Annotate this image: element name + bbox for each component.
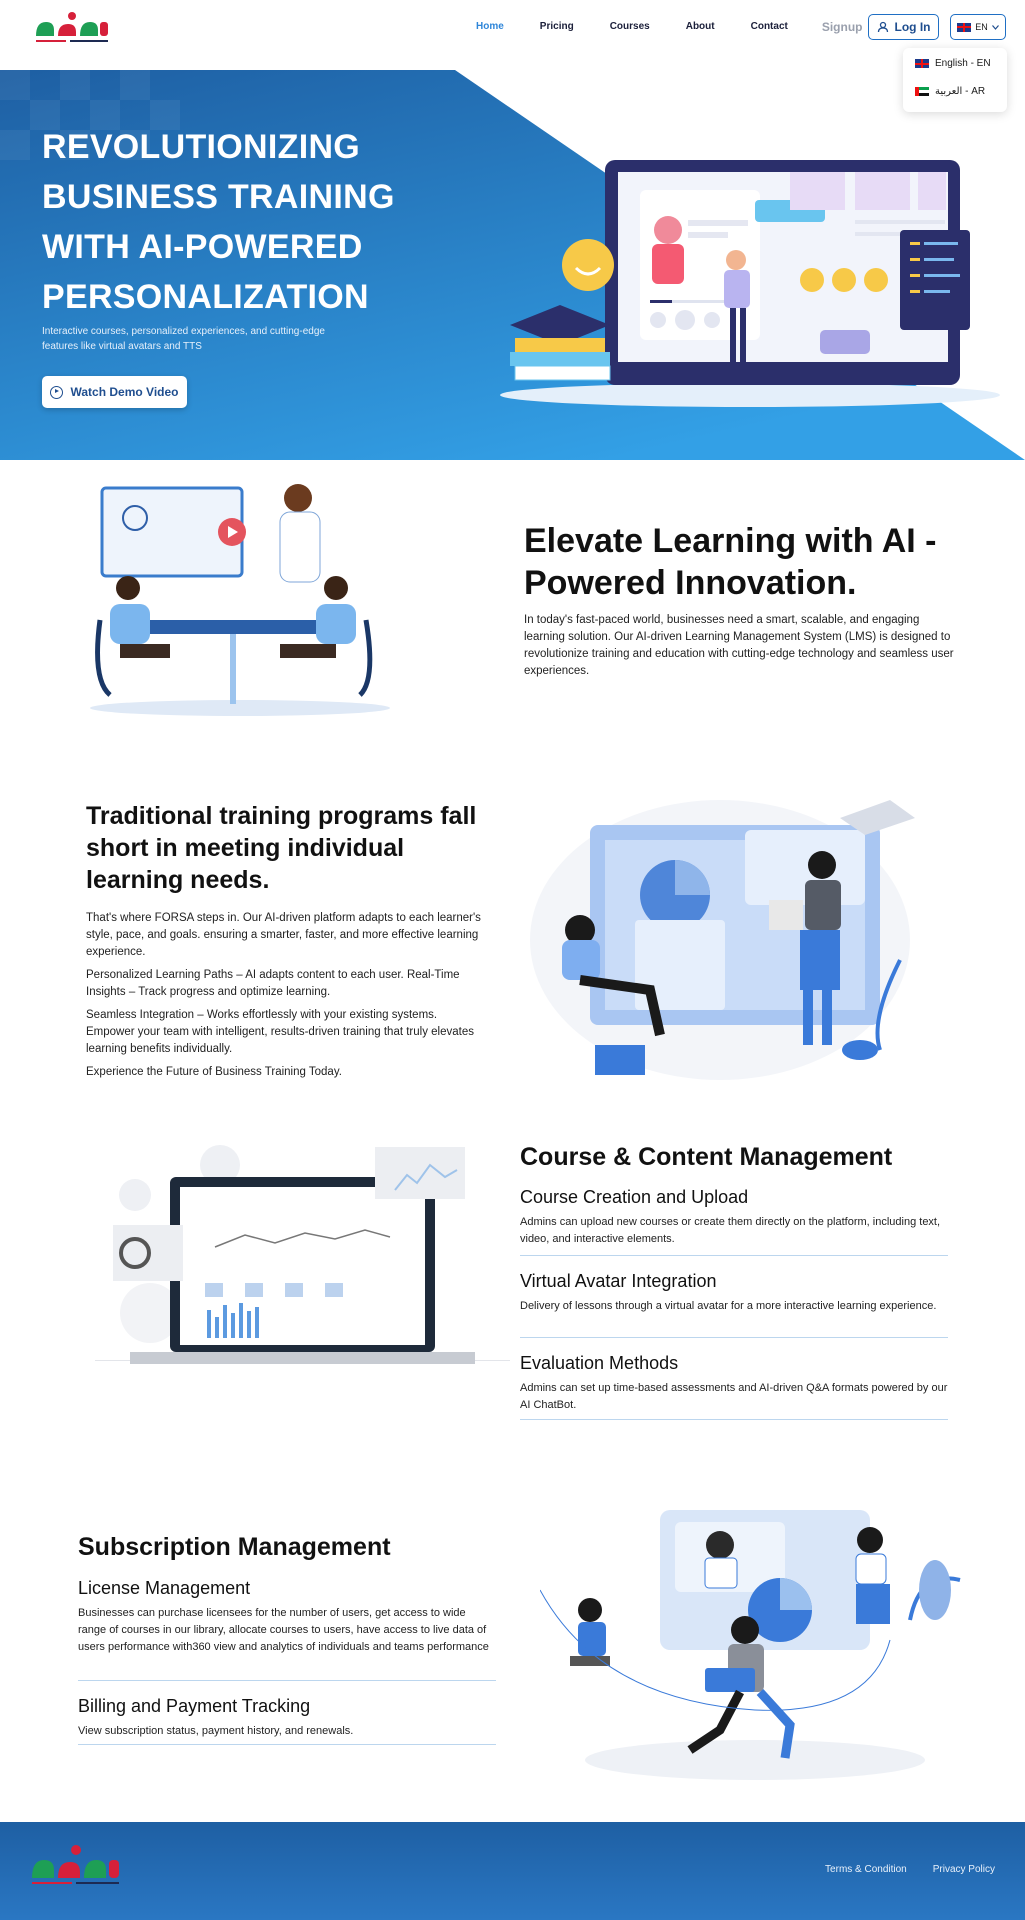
language-dropdown: English - EN العربية - AR — [903, 48, 1007, 112]
uk-flag-icon — [915, 59, 929, 68]
footer-links: Terms & Condition Privacy Policy — [825, 1864, 995, 1875]
terms-link[interactable]: Terms & Condition — [825, 1864, 907, 1875]
traditional-paragraph: Experience the Future of Business Traini… — [86, 1066, 342, 1078]
privacy-link[interactable]: Privacy Policy — [933, 1864, 995, 1875]
feature-description: Businesses can purchase licensees for th… — [78, 1607, 489, 1653]
watch-demo-button[interactable]: Watch Demo Video — [42, 376, 187, 408]
study-illustration — [530, 800, 915, 1080]
nav-about[interactable]: About — [686, 18, 715, 36]
hero-laptop-illustration — [500, 160, 1000, 407]
uae-flag-icon — [915, 87, 929, 96]
login-button[interactable]: Log In — [868, 14, 939, 40]
feature-title: Evaluation Methods — [520, 1353, 679, 1373]
login-label: Log In — [894, 20, 931, 34]
subscription-title: Subscription Management — [78, 1533, 391, 1561]
nav-courses[interactable]: Courses — [610, 18, 650, 36]
language-selector[interactable]: EN — [950, 14, 1006, 40]
forsa-logo[interactable] — [32, 8, 112, 50]
language-option-en[interactable]: English - EN — [915, 58, 991, 69]
traditional-paragraph: That's where FORSA steps in. Our AI-driv… — [86, 912, 481, 958]
user-icon — [877, 21, 888, 33]
feature-evaluation: Evaluation Methods Admins can set up tim… — [520, 1352, 948, 1420]
hero-subtitle: Interactive courses, personalized experi… — [42, 326, 325, 352]
site-footer: Terms & Condition Privacy Policy — [0, 1822, 1025, 1920]
dashboard-laptop-illustration — [95, 1145, 510, 1364]
feature-title: Virtual Avatar Integration — [520, 1271, 717, 1291]
feature-course-creation: Course Creation and Upload Admins can up… — [520, 1186, 948, 1256]
uk-flag-icon — [957, 22, 972, 32]
feature-description: Delivery of lessons through a virtual av… — [520, 1300, 937, 1312]
site-header: Home Pricing Courses About Contact Signu… — [0, 0, 1025, 70]
feature-billing: Billing and Payment Tracking View subscr… — [78, 1695, 496, 1745]
elevate-body: In today's fast-paced world, businesses … — [524, 614, 954, 677]
nav-home[interactable]: Home — [476, 18, 504, 36]
traditional-title: Traditional training programs fall short… — [86, 802, 477, 894]
nav-pricing[interactable]: Pricing — [540, 18, 574, 36]
play-icon — [50, 385, 64, 399]
watch-demo-label: Watch Demo Video — [70, 385, 179, 399]
feature-title: Course Creation and Upload — [520, 1187, 749, 1207]
feature-description: View subscription status, payment histor… — [78, 1725, 354, 1737]
elevate-title: Elevate Learning with AI -Powered Innova… — [524, 522, 937, 602]
traditional-paragraph: Personalized Learning Paths – AI adapts … — [86, 969, 460, 998]
traditional-paragraph: Seamless Integration – Works effortlessl… — [86, 1009, 474, 1055]
chevron-down-icon — [991, 24, 999, 30]
feature-title: License Management — [78, 1578, 251, 1598]
course-mgmt-title: Course & Content Management — [520, 1143, 893, 1171]
team-illustration — [540, 1510, 961, 1780]
feature-virtual-avatar: Virtual Avatar Integration Delivery of l… — [520, 1270, 948, 1338]
hero-title: REVOLUTIONIZING BUSINESS TRAINING WITH A… — [42, 128, 395, 316]
feature-description: Admins can upload new courses or create … — [520, 1216, 941, 1245]
feature-license-management: License Management Businesses can purcha… — [78, 1577, 496, 1681]
language-option-label: العربية - AR — [935, 86, 986, 97]
language-option-ar[interactable]: العربية - AR — [915, 86, 985, 97]
forsa-footer-logo[interactable] — [28, 1842, 124, 1894]
feature-title: Billing and Payment Tracking — [78, 1696, 311, 1716]
main-nav: Home Pricing Courses About Contact Signu… — [476, 18, 875, 36]
nav-signup[interactable]: Signup — [822, 18, 863, 36]
nav-contact[interactable]: Contact — [751, 18, 788, 36]
classroom-illustration — [90, 484, 390, 716]
language-option-label: English - EN — [935, 58, 991, 69]
hero-section: REVOLUTIONIZING BUSINESS TRAINING WITH A… — [0, 70, 1025, 460]
language-code: EN — [975, 22, 988, 32]
feature-description: Admins can set up time-based assessments… — [520, 1382, 948, 1411]
